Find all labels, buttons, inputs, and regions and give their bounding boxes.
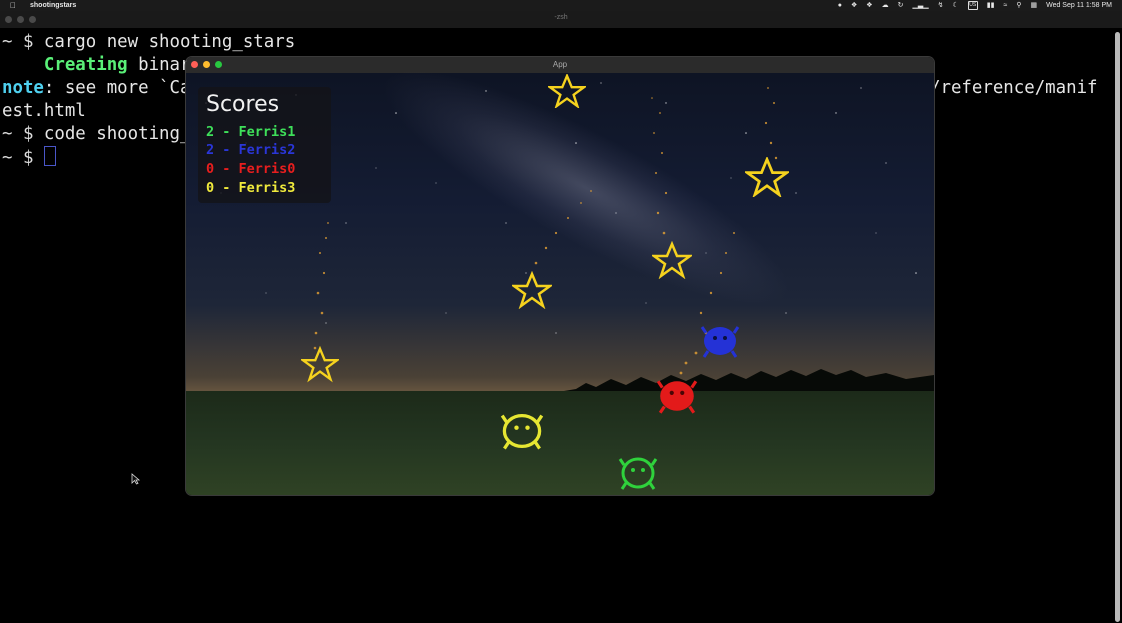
scoreboard-title: Scores [206, 92, 280, 117]
terminal-line-tail: /reference/manif [930, 78, 1098, 98]
shooting-star [652, 241, 692, 279]
moon-icon[interactable]: ☾ [952, 0, 958, 11]
mouse-pointer-icon [131, 473, 141, 485]
app-title: App [552, 60, 568, 69]
menu-bar:  shootingstars ● ❖ ❖ ☁ ↻ ▁▃▁ ↯ ☾ US ▮▮ … [0, 0, 1122, 11]
screen-record-icon[interactable]: ● [838, 0, 842, 11]
ferris-red-player [656, 380, 698, 414]
apple-menu-icon[interactable]:  [10, 0, 16, 11]
terminal-line: note: see more `Ca [2, 78, 191, 98]
keyboard-layout-indicator[interactable]: US [967, 1, 978, 10]
app-titlebar[interactable]: App [186, 57, 934, 73]
score-row-ferris0: 0 - Ferris0 [206, 161, 296, 177]
control-center-icon[interactable]: ▦ [1030, 0, 1037, 11]
score-row-ferris1: 2 - Ferris1 [206, 124, 296, 140]
status-icons: ● ❖ ❖ ☁ ↻ ▁▃▁ ↯ ☾ US ▮▮ ≈ ⚲ ▦ Wed Sep 11… [838, 0, 1112, 11]
activity-graph-icon[interactable]: ▁▃▁ [912, 0, 928, 11]
sync-icon[interactable]: ↻ [898, 0, 904, 11]
terminal-titlebar[interactable]: -zsh [0, 11, 1122, 28]
terminal-line: est.html [2, 101, 86, 121]
search-icon[interactable]: ⚲ [1016, 0, 1021, 11]
battery-icon[interactable]: ▮▮ [987, 0, 995, 11]
terminal-line: Creating binar [43, 55, 191, 75]
text-cursor [43, 146, 56, 166]
bolt-icon[interactable]: ↯ [938, 0, 944, 11]
extension-icon[interactable]: ❖ [851, 0, 857, 11]
wifi-icon[interactable]: ≈ [1003, 0, 1007, 11]
score-row-ferris3: 0 - Ferris3 [206, 180, 296, 196]
clock[interactable]: Wed Sep 11 1:58 PM [1046, 0, 1112, 11]
shooting-star [301, 345, 339, 383]
terminal-prompt-line: ~ $ [2, 146, 56, 170]
app-window[interactable]: App Scores 2 - Ferris1 2 - Ferris2 0 - F… [186, 57, 934, 495]
ferris-yellow-player [500, 413, 544, 450]
score-row-ferris2: 2 - Ferris2 [206, 142, 296, 158]
ferris-blue-player [700, 326, 740, 358]
cloud-icon[interactable]: ☁ [882, 0, 889, 11]
scoreboard: Scores 2 - Ferris1 2 - Ferris2 0 - Ferri… [198, 87, 331, 203]
terminal-line: ~ $ cargo new shooting_stars [2, 32, 296, 52]
shooting-star [548, 74, 586, 108]
terminal-title: -zsh [554, 14, 568, 21]
terminal-scrollbar[interactable] [1115, 32, 1120, 622]
game-canvas[interactable]: Scores 2 - Ferris1 2 - Ferris2 0 - Ferri… [186, 57, 934, 495]
active-app-name[interactable]: shootingstars [30, 0, 76, 11]
ferris-green-player [618, 457, 658, 490]
terminal-line: ~ $ code shooting_ [2, 124, 191, 144]
shooting-star [745, 157, 789, 197]
shooting-star [512, 271, 552, 309]
dropbox-icon[interactable]: ❖ [866, 0, 872, 11]
